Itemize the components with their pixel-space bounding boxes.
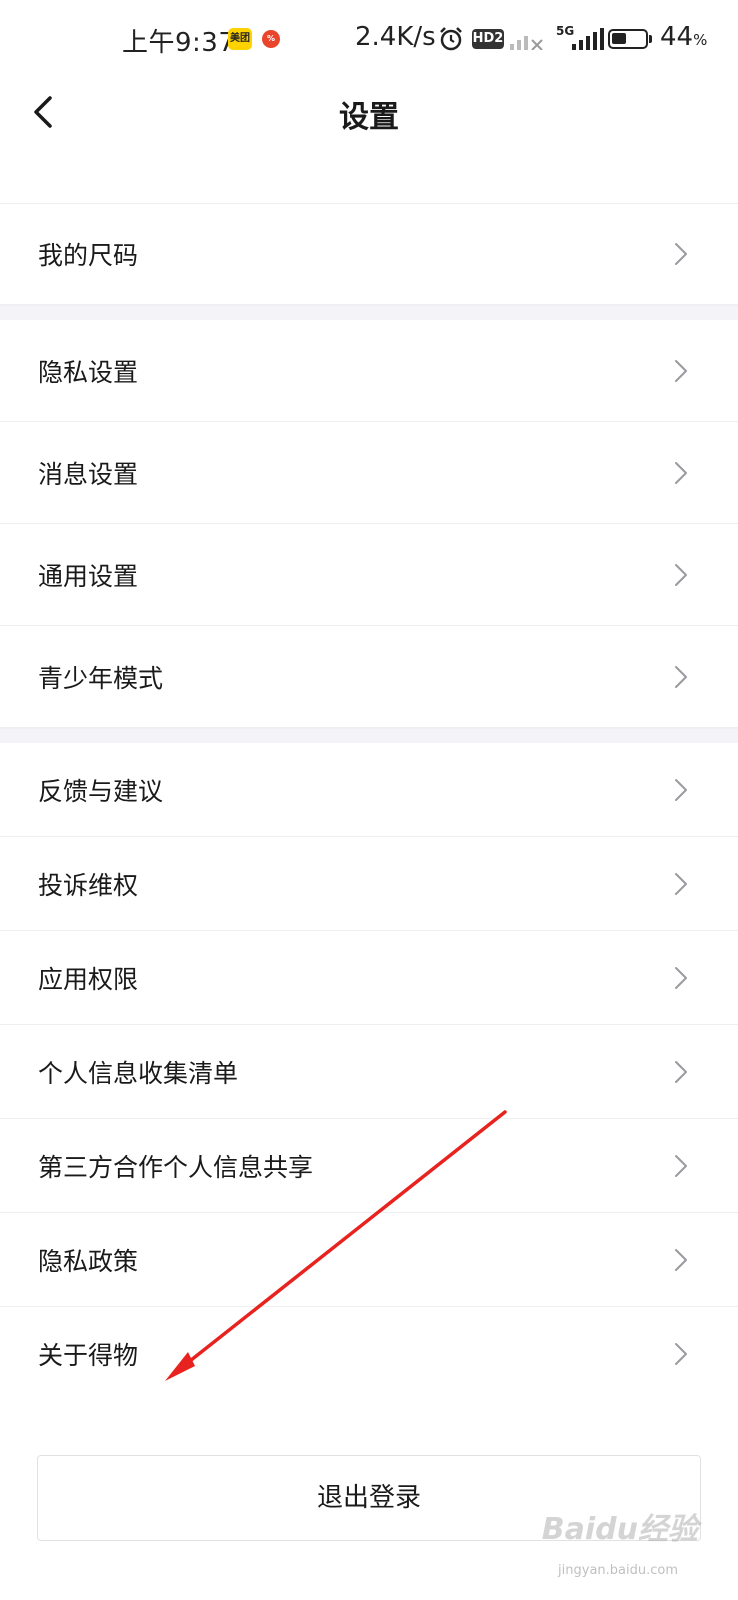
alarm-icon: [440, 27, 462, 51]
settings-list: 我的尺码隐私设置消息设置通用设置青少年模式反馈与建议投诉维权应用权限个人信息收集…: [0, 203, 738, 1401]
section-gap: [0, 728, 738, 743]
settings-row[interactable]: 隐私政策: [0, 1213, 738, 1307]
section-gap: [0, 305, 738, 320]
settings-row-label: 应用权限: [38, 964, 139, 994]
chevron-right-icon: [675, 461, 687, 484]
settings-row[interactable]: 青少年模式: [0, 626, 738, 728]
battery-icon: [608, 29, 648, 49]
status-bar: 上午9:37 美团 % 2.4K/s HD2 5G 44%: [0, 0, 738, 80]
chevron-right-icon: [675, 665, 687, 688]
network-speed: 2.4K/s: [355, 22, 436, 52]
settings-row[interactable]: 投诉维权: [0, 837, 738, 931]
settings-row-label: 青少年模式: [38, 663, 164, 693]
chevron-right-icon: [675, 778, 687, 801]
app-notification-icon: %: [262, 30, 280, 48]
settings-row[interactable]: 隐私设置: [0, 320, 738, 422]
chevron-right-icon: [675, 359, 687, 382]
chevron-right-icon: [675, 1154, 687, 1177]
watermark-url: jingyan.baidu.com: [558, 1563, 678, 1578]
settings-row-label: 个人信息收集清单: [38, 1058, 239, 1088]
signal-1-icon: [510, 36, 543, 50]
nav-header: 设置: [0, 80, 738, 200]
settings-row[interactable]: 消息设置: [0, 422, 738, 524]
page-title: 设置: [339, 100, 399, 135]
settings-row-label: 反馈与建议: [38, 776, 164, 806]
watermark-logo: Baidu经验: [541, 1512, 698, 1547]
settings-row[interactable]: 我的尺码: [0, 203, 738, 305]
settings-row[interactable]: 关于得物: [0, 1307, 738, 1401]
settings-row[interactable]: 个人信息收集清单: [0, 1025, 738, 1119]
settings-row[interactable]: 应用权限: [0, 931, 738, 1025]
hd-voice-icon: HD2: [472, 29, 504, 49]
chevron-right-icon: [675, 966, 687, 989]
settings-row-label: 关于得物: [38, 1341, 139, 1370]
battery-percent: 44%: [660, 22, 708, 52]
chevron-right-icon: [675, 243, 687, 265]
settings-row[interactable]: 第三方合作个人信息共享: [0, 1119, 738, 1213]
settings-row[interactable]: 反馈与建议: [0, 743, 738, 837]
battery-fill: [612, 33, 626, 44]
chevron-right-icon: [675, 1248, 687, 1271]
settings-row-label: 通用设置: [38, 561, 139, 591]
status-time: 上午9:37: [122, 28, 236, 58]
settings-row-label: 隐私政策: [38, 1246, 139, 1276]
settings-row-label: 隐私设置: [38, 357, 139, 387]
settings-row-label: 投诉维权: [38, 870, 139, 900]
settings-row-label: 消息设置: [38, 459, 139, 489]
signal-2-icon: [572, 28, 604, 50]
meituan-notification-icon: 美团: [228, 28, 252, 50]
chevron-right-icon: [675, 1343, 687, 1365]
settings-row-label: 我的尺码: [38, 241, 139, 270]
settings-row-label: 第三方合作个人信息共享: [38, 1152, 314, 1182]
settings-row[interactable]: 通用设置: [0, 524, 738, 626]
chevron-right-icon: [675, 1060, 687, 1083]
chevron-right-icon: [675, 872, 687, 895]
chevron-right-icon: [675, 563, 687, 586]
battery-tip: [649, 35, 652, 43]
